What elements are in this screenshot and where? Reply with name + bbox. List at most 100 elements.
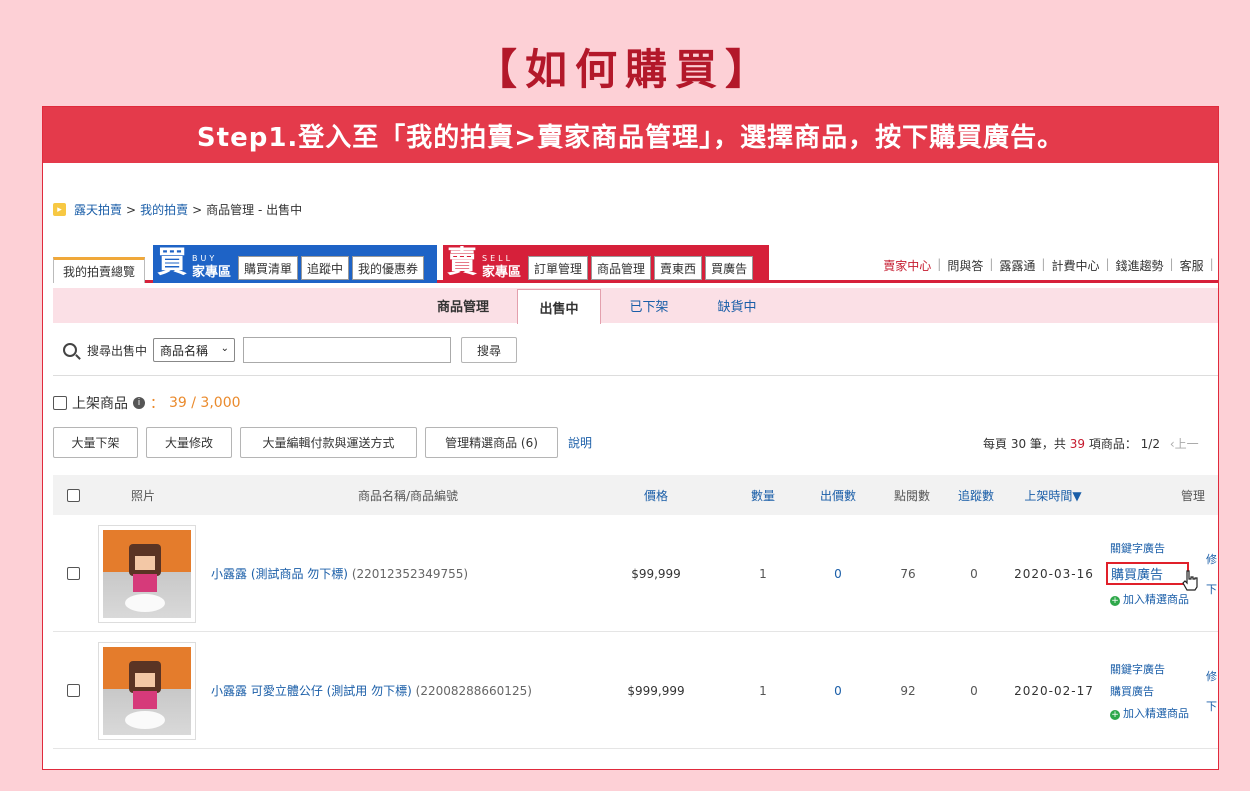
bid-count[interactable]: 0	[805, 632, 871, 749]
row-checkbox[interactable]	[65, 632, 81, 749]
link-lulutong[interactable]: 露露通	[999, 257, 1035, 274]
link-support[interactable]: 客服	[1180, 257, 1204, 274]
arrow-icon: ▸	[53, 203, 66, 216]
add-featured-link[interactable]: 加入精選商品	[1123, 707, 1189, 720]
buy-ads-link[interactable]: 購買廣告	[1106, 562, 1189, 585]
manage-cell: 關鍵字廣告 購買廣告 + 加入精選商品	[1106, 515, 1189, 632]
product-name-cell: 小露露 (測試商品 勿下標) (22012352349755)	[211, 515, 591, 632]
buy-en: BUY	[192, 254, 218, 263]
table-row: 小露露 可愛立體公仔 (測試用 勿下標) (22008288660125) $9…	[53, 632, 1218, 749]
tab-buy-ads[interactable]: 買廣告	[705, 256, 754, 280]
info-icon[interactable]: i	[133, 397, 145, 409]
product-name-link[interactable]: 小露露 (測試商品 勿下標)	[211, 565, 348, 582]
search-input[interactable]	[243, 337, 452, 363]
tab-coupons[interactable]: 我的優惠券	[352, 256, 425, 280]
buy-label: 家專區	[192, 265, 232, 280]
col-tracks[interactable]: 追蹤數	[943, 475, 1009, 515]
table-row: 小露露 (測試商品 勿下標) (22012352349755) $99,999 …	[53, 515, 1218, 632]
chevron-down-icon: ⌄	[220, 343, 230, 354]
product-id: (22012352349755)	[351, 566, 469, 581]
product-name-link[interactable]: 小露露 可愛立體公仔 (測試用 勿下標)	[211, 682, 412, 699]
tab-sell[interactable]: 賣東西	[654, 256, 703, 280]
sell-label: 家專區	[482, 265, 522, 280]
keyword-ads-link[interactable]: 關鍵字廣告	[1110, 661, 1189, 677]
sell-zone-label: SELL 家專區	[482, 252, 521, 280]
bulk-delist-button[interactable]: 大量下架	[53, 427, 138, 458]
edit-link[interactable]: 修	[1206, 551, 1217, 567]
col-views: 點閱數	[893, 488, 930, 503]
col-listed-date[interactable]: 上架時間▼	[1013, 475, 1093, 515]
tab-products[interactable]: 商品管理	[591, 256, 652, 280]
plus-circle-icon: +	[1110, 596, 1120, 606]
delist-link[interactable]: 下	[1206, 581, 1217, 597]
breadcrumb-current: 商品管理 - 出售中	[206, 203, 303, 217]
price: $999,999	[627, 683, 685, 698]
breadcrumb-sep: >	[192, 202, 203, 217]
prev-page-link[interactable]: ‹上一	[1170, 437, 1199, 451]
plus-circle-icon: +	[1110, 709, 1120, 720]
help-link[interactable]: 說明	[568, 434, 592, 451]
row-checkbox[interactable]	[65, 515, 81, 632]
main-nav: 我的拍賣總覽 買 BUY 家專區 購買清單 追蹤中 我的優惠券 賣 SELL 家…	[53, 245, 1218, 283]
bid-count[interactable]: 0	[805, 515, 871, 632]
product-id: (22008288660125)	[415, 683, 532, 698]
track-count: 0	[970, 566, 978, 581]
listing-count-value: 39 / 3,000	[169, 395, 241, 411]
sell-en: SELL	[482, 254, 514, 263]
manage-cell: 關鍵字廣告 購買廣告 + 加入精選商品	[1110, 632, 1189, 749]
quantity: 1	[759, 566, 767, 581]
breadcrumb-my-auction[interactable]: 我的拍賣	[140, 201, 188, 218]
tab-delisted[interactable]: 已下架	[611, 288, 687, 323]
paging-suffix: 項商品： 1/2	[1088, 437, 1160, 451]
search-icon	[63, 343, 77, 357]
col-qty[interactable]: 數量	[733, 475, 793, 515]
col-price[interactable]: 價格	[623, 475, 689, 515]
product-photo[interactable]	[97, 515, 197, 632]
product-name-cell: 小露露 可愛立體公仔 (測試用 勿下標) (22008288660125)	[211, 632, 591, 749]
tab-purchase-list[interactable]: 購買清單	[238, 256, 299, 280]
subnav-title: 商品管理	[436, 300, 489, 315]
tab-on-sale[interactable]: 出售中	[517, 289, 601, 324]
hand-cursor-icon	[1182, 570, 1198, 591]
buy-ads-link[interactable]: 購買廣告	[1110, 683, 1189, 699]
search-field-select[interactable]: 商品名稱 ⌄	[153, 338, 236, 362]
sell-zone: 賣 SELL 家專區 訂單管理 商品管理 賣東西 買廣告	[443, 245, 769, 283]
link-trends[interactable]: 錢進趨勢	[1116, 257, 1164, 274]
tab-tracking[interactable]: 追蹤中	[301, 256, 350, 280]
view-count: 76	[900, 566, 916, 581]
col-name: 商品名稱/商品編號	[357, 488, 459, 503]
search-row: 搜尋出售中 商品名稱 ⌄ 搜尋	[63, 337, 518, 363]
link-seller-center[interactable]: 賣家中心	[883, 257, 931, 274]
delist-link[interactable]: 下	[1206, 698, 1217, 714]
col-bids[interactable]: 出價數	[805, 475, 871, 515]
edit-link[interactable]: 修	[1206, 668, 1217, 684]
tab-orders[interactable]: 訂單管理	[528, 256, 589, 280]
add-featured-link[interactable]: 加入精選商品	[1123, 593, 1189, 606]
divider	[53, 375, 1218, 376]
price: $99,999	[631, 566, 681, 581]
keyword-ads-link[interactable]: 關鍵字廣告	[1110, 540, 1189, 556]
breadcrumb-home[interactable]: 露天拍賣	[74, 201, 122, 218]
link-billing[interactable]: 計費中心	[1051, 257, 1099, 274]
shopping-bag-icon	[53, 396, 67, 410]
link-qa[interactable]: 問與答	[947, 257, 983, 274]
bulk-edit-button[interactable]: 大量修改	[146, 427, 232, 458]
bulk-actions: 大量下架 大量修改 大量編輯付款與運送方式 管理精選商品 (6) 說明	[53, 427, 592, 458]
manage-featured-button[interactable]: 管理精選商品 (6)	[425, 427, 558, 458]
top-right-links: 賣家中心| 問與答| 露露通| 計費中心| 錢進趨勢| 客服| l	[883, 257, 1214, 274]
tab-overview[interactable]: 我的拍賣總覽	[53, 257, 145, 283]
tab-out-of-stock[interactable]: 缺貨中	[699, 288, 775, 323]
sell-char: 賣	[447, 245, 477, 280]
quantity: 1	[759, 683, 767, 698]
view-count: 92	[900, 683, 916, 698]
pagination-info: 每頁 30 筆，共 39 項商品： 1/2 ‹上一	[983, 435, 1199, 452]
search-button[interactable]: 搜尋	[461, 337, 518, 363]
select-all-checkbox[interactable]	[65, 475, 81, 515]
bulk-payment-shipping-button[interactable]: 大量編輯付款與運送方式	[240, 427, 417, 458]
listed-date: 2020-03-16	[1014, 566, 1094, 581]
sub-nav: 商品管理 出售中 已下架 缺貨中	[53, 288, 1218, 324]
select-value: 商品名稱	[160, 343, 209, 358]
step-banner: Step1.登入至「我的拍賣>賣家商品管理」，選擇商品，按下購買廣告。	[43, 107, 1218, 163]
product-photo[interactable]	[97, 632, 197, 749]
col-photo: 照片	[130, 488, 155, 503]
